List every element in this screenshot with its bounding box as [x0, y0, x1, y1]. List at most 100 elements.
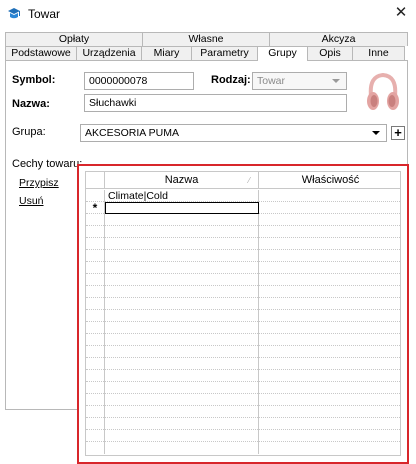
- tab-podstawowe[interactable]: Podstawowe: [5, 46, 77, 60]
- grupa-label: Grupa:: [12, 126, 46, 138]
- row-selector[interactable]: [86, 190, 105, 202]
- empty-cell: [105, 250, 259, 262]
- empty-selector: [86, 286, 105, 298]
- empty-row: [86, 310, 400, 322]
- empty-row: [86, 322, 400, 334]
- empty-row: [86, 214, 400, 226]
- empty-cell: [105, 214, 259, 226]
- empty-cell: [105, 238, 259, 250]
- empty-cell: [105, 274, 259, 286]
- rodzaj-value: Towar: [257, 75, 286, 87]
- table-row[interactable]: Climate|Cold: [86, 190, 400, 202]
- empty-selector: [86, 238, 105, 250]
- rodzaj-dropdown[interactable]: Towar: [252, 72, 347, 90]
- empty-row: [86, 346, 400, 358]
- grupa-value: AKCESORIA PUMA: [85, 127, 179, 139]
- tab-akcyza[interactable]: Akcyza: [269, 32, 408, 46]
- empty-cell: [105, 310, 259, 322]
- close-icon[interactable]: ✕: [386, 0, 416, 26]
- empty-cell: [105, 298, 259, 310]
- towar-window: Towar ✕ Opłaty Własne Akcyza Podstawowe …: [0, 0, 416, 464]
- features-grid[interactable]: Nazwa ⁄ Właściwość Climate|Cold *: [85, 171, 401, 456]
- features-grid-highlight: Nazwa ⁄ Właściwość Climate|Cold *: [77, 164, 409, 464]
- empty-cell: [105, 322, 259, 334]
- empty-row: [86, 442, 400, 454]
- empty-selector: [86, 214, 105, 226]
- grid-header-selector: [86, 172, 105, 189]
- empty-selector: [86, 226, 105, 238]
- empty-row: [86, 238, 400, 250]
- grupy-panel: Symbol: 0000000078 Rodzaj: Towar Nazwa: …: [5, 60, 409, 464]
- empty-cell: [105, 406, 259, 418]
- tab-oplaty[interactable]: Opłaty: [5, 32, 143, 46]
- cell-wlasciwosc[interactable]: [259, 190, 400, 202]
- empty-row: [86, 358, 400, 370]
- empty-row: [86, 262, 400, 274]
- empty-row: [86, 226, 400, 238]
- headphones-icon: [365, 70, 401, 114]
- empty-row: [86, 418, 400, 430]
- grid-header: Nazwa ⁄ Właściwość: [86, 172, 400, 189]
- cechy-label: Cechy towaru:: [12, 158, 83, 170]
- rodzaj-label: Rodzaj:: [211, 74, 251, 86]
- empty-cell: [105, 226, 259, 238]
- empty-cell: [105, 370, 259, 382]
- chevron-down-icon: [332, 79, 340, 83]
- symbol-field[interactable]: 0000000078: [84, 72, 194, 90]
- tab-opis[interactable]: Opis: [307, 46, 353, 60]
- usun-link[interactable]: Usuń: [19, 195, 44, 207]
- empty-selector: [86, 430, 105, 442]
- empty-row: [86, 394, 400, 406]
- nazwa-field[interactable]: Słuchawki: [84, 94, 347, 112]
- empty-cell: [105, 346, 259, 358]
- empty-selector: [86, 274, 105, 286]
- tab-row-top: Opłaty Własne Akcyza: [5, 32, 408, 46]
- empty-selector: [86, 358, 105, 370]
- cell-wlasciwosc[interactable]: [259, 202, 400, 214]
- sort-icon: ⁄: [248, 176, 250, 185]
- empty-selector: [86, 298, 105, 310]
- tab-parametry[interactable]: Parametry: [191, 46, 258, 60]
- empty-selector: [86, 382, 105, 394]
- column-header-wlasciwosc[interactable]: Właściwość: [259, 172, 400, 189]
- tab-grupy[interactable]: Grupy: [257, 46, 308, 61]
- title-bar: Towar ✕: [0, 0, 416, 28]
- empty-cell: [105, 262, 259, 274]
- empty-selector: [86, 262, 105, 274]
- table-row-new[interactable]: *: [86, 202, 400, 214]
- empty-selector: [86, 442, 105, 454]
- symbol-label: Symbol:: [12, 74, 56, 86]
- tab-urzadzenia[interactable]: Urządzenia: [76, 46, 142, 60]
- grupa-dropdown[interactable]: AKCESORIA PUMA: [80, 124, 387, 142]
- cell-nazwa[interactable]: Climate|Cold: [105, 190, 259, 202]
- empty-cell: [105, 418, 259, 430]
- app-logo-icon: [7, 7, 21, 20]
- empty-cell: [105, 442, 259, 454]
- cell-nazwa-editing[interactable]: [105, 202, 259, 214]
- tab-row-bottom: Podstawowe Urządzenia Miary Parametry Gr…: [5, 46, 405, 61]
- empty-row: [86, 370, 400, 382]
- empty-selector: [86, 334, 105, 346]
- tab-inne[interactable]: Inne: [352, 46, 405, 60]
- empty-selector: [86, 418, 105, 430]
- empty-selector: [86, 346, 105, 358]
- empty-row: [86, 250, 400, 262]
- add-group-button[interactable]: +: [391, 126, 405, 140]
- empty-row: [86, 382, 400, 394]
- empty-selector: [86, 370, 105, 382]
- tab-miary[interactable]: Miary: [141, 46, 192, 60]
- empty-row: [86, 430, 400, 442]
- empty-selector: [86, 250, 105, 262]
- empty-cell: [105, 358, 259, 370]
- empty-selector: [86, 394, 105, 406]
- column-header-nazwa-label: Nazwa: [164, 174, 199, 186]
- empty-selector: [86, 310, 105, 322]
- column-header-nazwa[interactable]: Nazwa ⁄: [105, 172, 259, 189]
- przypisz-link[interactable]: Przypisz: [19, 177, 59, 189]
- chevron-down-icon: [372, 131, 380, 135]
- tab-wlasne[interactable]: Własne: [142, 32, 270, 46]
- empty-cell: [105, 430, 259, 442]
- empty-row: [86, 274, 400, 286]
- empty-row: [86, 286, 400, 298]
- new-row-marker[interactable]: *: [86, 202, 105, 214]
